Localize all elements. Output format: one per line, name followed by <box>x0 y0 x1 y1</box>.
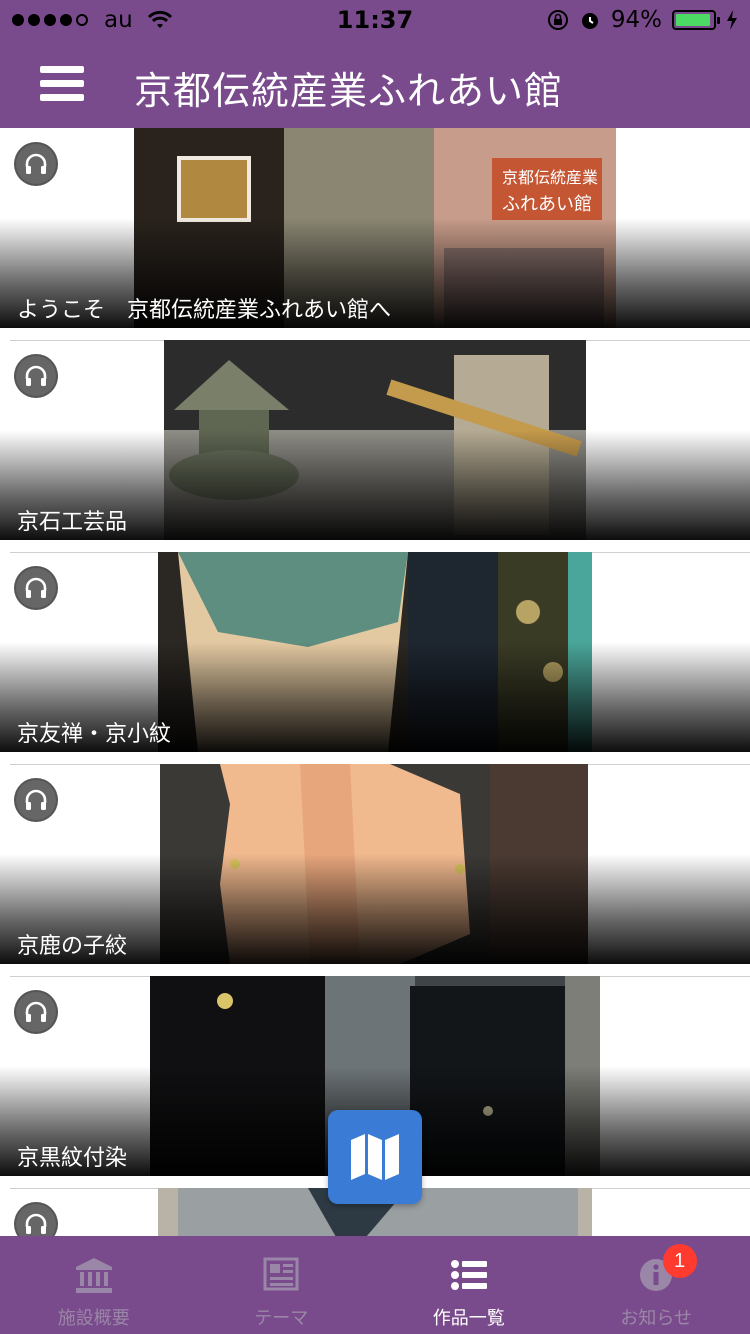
alarm-icon <box>581 13 598 29</box>
item-title: ようこそ 京都伝統産業ふれあい館へ <box>17 298 392 323</box>
page-title: 京都伝統産業ふれあい館 <box>134 69 564 113</box>
headphones-icon <box>25 577 47 598</box>
tab-label: 施設概要 <box>57 1308 130 1329</box>
audio-guide-button[interactable] <box>16 992 56 1032</box>
headphones-icon <box>25 365 47 386</box>
map-button[interactable] <box>328 1110 422 1204</box>
museum-icon <box>75 1258 112 1293</box>
audio-guide-button[interactable] <box>16 356 56 396</box>
charging-bolt-icon <box>727 10 737 30</box>
list-item[interactable]: 京鹿の子絞 <box>0 764 750 964</box>
tab-label: お知らせ <box>620 1308 693 1329</box>
status-bar: au 11:37 94% <box>0 0 750 40</box>
menu-line-icon <box>40 94 84 101</box>
menu-button[interactable] <box>40 66 84 104</box>
list-item[interactable]: 京都伝統産業 ふれあい館 ようこそ 京都伝統産業ふれあい館へ <box>0 128 750 328</box>
battery-percent: 94% <box>610 7 662 33</box>
screen: au 11:37 94% 京都伝統産業ふれあい館 京都伝統産業 ふれあい館 よう… <box>0 0 750 1334</box>
notification-badge: 1 <box>662 1244 697 1278</box>
item-title: 京黒紋付染 <box>17 1146 128 1171</box>
navigation-bar: 京都伝統産業ふれあい館 <box>0 40 750 128</box>
audio-guide-button[interactable] <box>16 568 56 608</box>
list-item[interactable]: 京友禅・京小紋 <box>0 552 750 752</box>
headphones-icon <box>25 1001 47 1022</box>
works-list: 京都伝統産業 ふれあい館 ようこそ 京都伝統産業ふれあい館へ 京石工芸品 京友禅… <box>0 128 750 1236</box>
tab-facility[interactable]: 施設概要 <box>0 1236 188 1334</box>
tab-label: 作品一覧 <box>432 1308 505 1329</box>
rotation-lock-icon <box>547 10 568 30</box>
tab-theme[interactable]: テーマ <box>188 1236 376 1334</box>
svg-text:京都伝統産業: 京都伝統産業 <box>502 168 598 187</box>
headphones-icon <box>25 1213 47 1234</box>
battery-icon <box>672 10 720 30</box>
newspaper-icon <box>263 1257 299 1291</box>
tab-label: テーマ <box>254 1308 309 1329</box>
menu-line-icon <box>40 80 84 87</box>
item-title: 京鹿の子絞 <box>17 934 128 959</box>
item-title: 京友禅・京小紋 <box>17 722 172 747</box>
audio-guide-button[interactable] <box>16 144 56 184</box>
headphones-icon <box>25 789 47 810</box>
list-icon <box>450 1260 487 1290</box>
item-title: 京石工芸品 <box>17 510 128 535</box>
list-item[interactable]: 京石工芸品 <box>0 340 750 540</box>
tab-works[interactable]: 作品一覧 <box>375 1236 563 1334</box>
audio-guide-button[interactable] <box>16 1204 56 1236</box>
audio-guide-button[interactable] <box>16 780 56 820</box>
menu-line-icon <box>40 66 84 73</box>
map-icon <box>351 1134 399 1180</box>
headphones-icon <box>25 153 47 174</box>
tab-bar: 施設概要 テーマ 作品一覧 1 お知らせ <box>0 1236 750 1334</box>
tab-news[interactable]: 1 お知らせ <box>563 1236 750 1334</box>
battery-fill <box>676 14 710 26</box>
status-right: 94% <box>547 7 738 33</box>
svg-text:ふれあい館: ふれあい館 <box>502 194 592 215</box>
